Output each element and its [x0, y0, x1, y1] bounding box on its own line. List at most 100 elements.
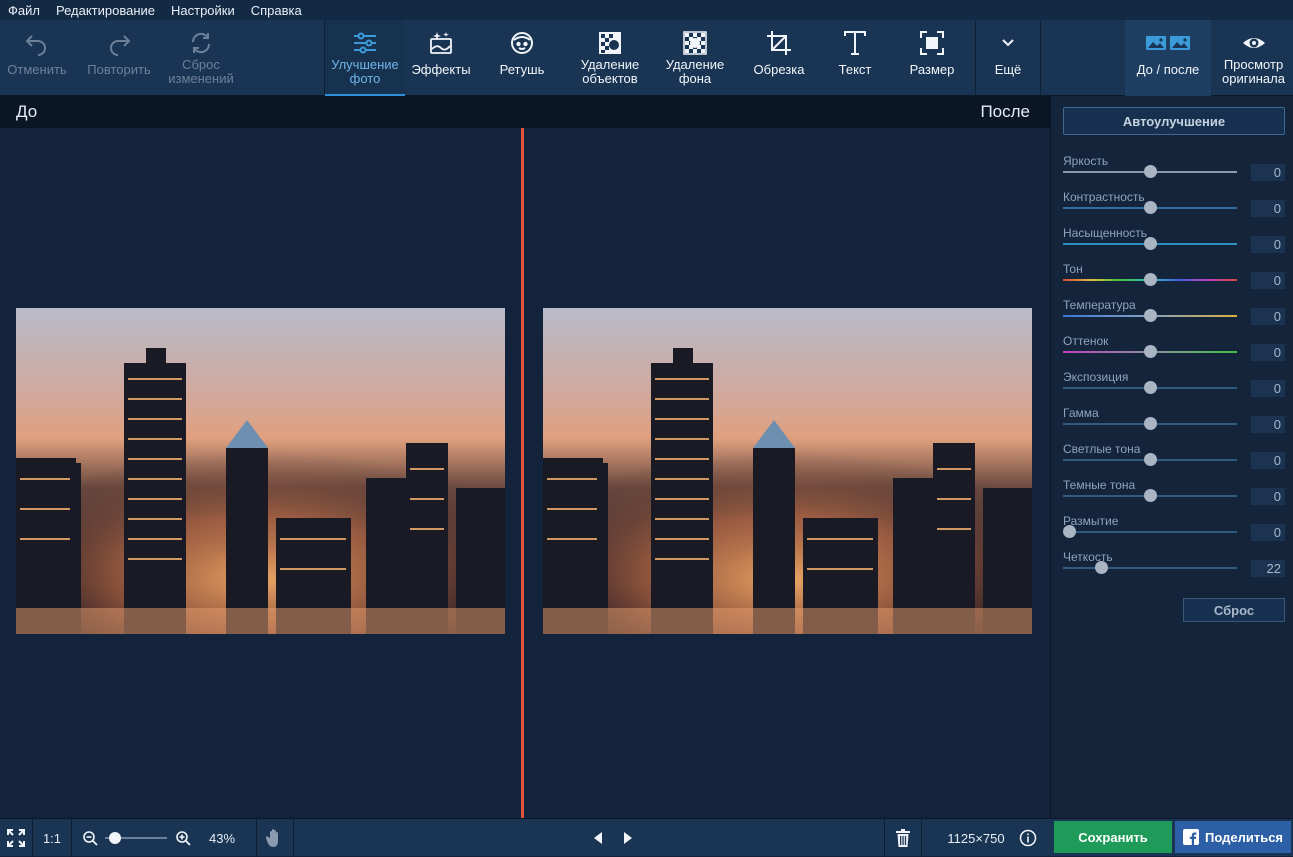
slider-knob[interactable]	[1144, 165, 1157, 178]
menu-help[interactable]: Справка	[243, 3, 310, 18]
before-after-icon	[1146, 36, 1190, 50]
slider-value-input[interactable]: 22	[1251, 560, 1285, 577]
undo-label: Отменить	[7, 62, 67, 77]
adjustments-panel: Автоулучшение Яркость 0 Контрастность 0 Насы…	[1050, 96, 1293, 818]
toolbar: Отменить Повторить Сброс изменений Улучш…	[0, 20, 1293, 96]
reset-changes-button[interactable]: Сброс изменений	[162, 20, 240, 96]
tab-retouch[interactable]: Ретушь	[485, 20, 559, 96]
tab-text[interactable]: Текст	[818, 20, 892, 96]
more-button[interactable]: Ещё	[976, 20, 1040, 96]
arrow-left-icon	[594, 832, 602, 844]
slider-knob[interactable]	[1144, 417, 1157, 430]
zoom-out-button[interactable]	[80, 819, 100, 857]
tab-effects-label: Эффекты	[411, 62, 471, 77]
slider-value-input[interactable]: 0	[1251, 524, 1285, 541]
compare-label-bar: До После	[0, 96, 1050, 128]
slider-value-input[interactable]: 0	[1251, 200, 1285, 217]
slider-row: Гамма 0	[1063, 406, 1285, 442]
share-button[interactable]: Поделиться	[1175, 821, 1291, 853]
slider-knob[interactable]	[1063, 525, 1076, 538]
facebook-icon	[1182, 829, 1199, 845]
bottom-separator	[71, 819, 72, 857]
slider-value-input[interactable]: 0	[1251, 380, 1285, 397]
zoom-out-icon	[83, 831, 98, 846]
slider-value-input[interactable]: 0	[1251, 308, 1285, 325]
compare-divider[interactable]	[521, 128, 524, 818]
city-photo	[16, 308, 505, 634]
slider-label: Светлые тона	[1063, 442, 1141, 456]
tab-crop[interactable]: Обрезка	[742, 20, 816, 96]
before-after-button[interactable]: До / после	[1125, 20, 1211, 96]
reset-changes-label-2: изменений	[168, 71, 234, 86]
slider-value-input[interactable]: 0	[1251, 416, 1285, 433]
tab-effects[interactable]: Эффекты	[405, 20, 477, 96]
reset-changes-label-1: Сброс	[182, 57, 220, 72]
slider-row: Светлые тона 0	[1063, 442, 1285, 478]
remove-objects-icon	[599, 32, 621, 54]
tab-remove-objects[interactable]: Удаление объектов	[570, 20, 650, 96]
slider-knob[interactable]	[1144, 381, 1157, 394]
actual-size-button[interactable]: 1:1	[33, 819, 71, 857]
zoom-level: 43%	[208, 830, 236, 846]
slider-value-input[interactable]: 0	[1251, 272, 1285, 289]
slider-knob[interactable]	[1144, 489, 1157, 502]
slider-label: Тон	[1063, 262, 1083, 276]
slider-knob[interactable]	[1144, 273, 1157, 286]
remove-background-icon	[683, 31, 707, 55]
slider-row: Размытие 0	[1063, 514, 1285, 550]
effects-icon	[430, 32, 452, 54]
resize-icon	[920, 31, 944, 55]
zoom-slider-knob[interactable]	[109, 832, 121, 844]
delete-button[interactable]	[885, 819, 921, 857]
info-icon	[1019, 829, 1037, 847]
next-image-button[interactable]	[618, 819, 638, 857]
slider-knob[interactable]	[1095, 561, 1109, 574]
slider-knob[interactable]	[1144, 201, 1157, 214]
auto-enhance-button[interactable]: Автоулучшение	[1063, 107, 1285, 135]
zoom-in-button[interactable]	[173, 819, 193, 857]
slider-label: Гамма	[1063, 406, 1099, 420]
info-button[interactable]	[1016, 819, 1040, 857]
tab-remove-bg[interactable]: Удаление фона	[655, 20, 735, 96]
slider-knob[interactable]	[1144, 237, 1157, 250]
before-photo	[16, 308, 505, 634]
slider-row: Насыщенность 0	[1063, 226, 1285, 262]
slider-track[interactable]	[1063, 567, 1237, 569]
zoom-slider[interactable]	[104, 819, 168, 857]
refresh-icon	[191, 32, 211, 54]
bottom-separator	[293, 819, 294, 857]
before-label: До	[16, 102, 38, 121]
slider-knob[interactable]	[1144, 453, 1157, 466]
slider-label: Темные тона	[1063, 478, 1136, 492]
slider-knob[interactable]	[1144, 345, 1157, 358]
slider-value-input[interactable]: 0	[1251, 452, 1285, 469]
slider-track[interactable]	[1063, 531, 1237, 533]
slider-label: Насыщенность	[1063, 226, 1148, 240]
slider-value-input[interactable]: 0	[1251, 236, 1285, 253]
slider-row: Температура 0	[1063, 298, 1285, 334]
tab-enhance-label-1: Улучшение	[331, 57, 399, 72]
face-icon	[511, 32, 533, 54]
menu-edit[interactable]: Редактирование	[48, 3, 163, 18]
tab-remove-objects-label-1: Удаление	[580, 57, 640, 72]
redo-button[interactable]: Повторить	[82, 20, 156, 96]
eye-icon	[1242, 38, 1265, 48]
tab-resize[interactable]: Размер	[895, 20, 969, 96]
slider-value-input[interactable]: 0	[1251, 488, 1285, 505]
crop-icon	[767, 31, 791, 55]
previous-image-button[interactable]	[588, 819, 608, 857]
undo-button[interactable]: Отменить	[0, 20, 74, 96]
view-original-button[interactable]: Просмотр оригинала	[1214, 20, 1293, 96]
reset-button[interactable]: Сброс	[1183, 598, 1285, 622]
menu-settings[interactable]: Настройки	[163, 3, 243, 18]
slider-value-input[interactable]: 0	[1251, 344, 1285, 361]
slider-value-input[interactable]: 0	[1251, 164, 1285, 181]
undo-icon	[25, 35, 46, 56]
pan-tool-button[interactable]	[257, 819, 293, 857]
save-button[interactable]: Сохранить	[1054, 821, 1172, 853]
menu-bar: Файл Редактирование Настройки Справка	[0, 0, 1293, 20]
fullscreen-button[interactable]	[0, 819, 32, 857]
menu-file[interactable]: Файл	[0, 3, 48, 18]
tab-enhance[interactable]: Улучшение фото	[325, 20, 405, 96]
slider-knob[interactable]	[1144, 309, 1157, 322]
